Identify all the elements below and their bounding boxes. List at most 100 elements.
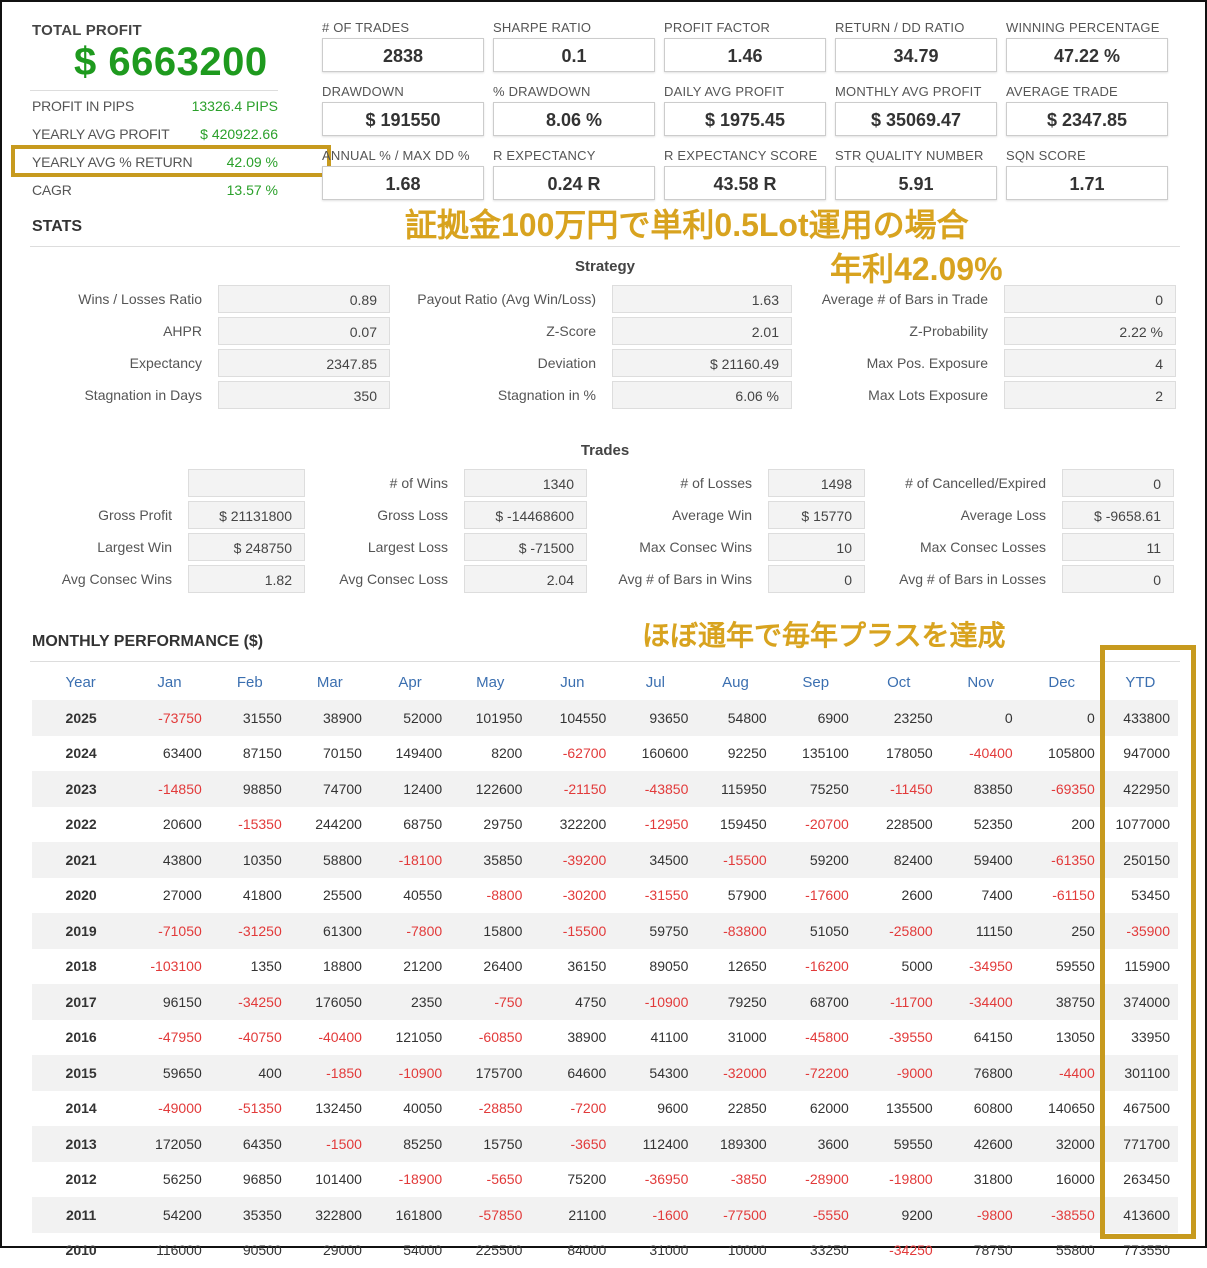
value-cell: -14850	[129, 771, 210, 807]
value-cell: 10350	[210, 842, 290, 878]
stat-value: 1.63	[612, 285, 792, 313]
stat-label: AHPR	[163, 323, 202, 339]
highlight-box	[11, 145, 331, 177]
year-cell: 2017	[32, 984, 129, 1020]
value-cell: -40400	[941, 736, 1021, 772]
trade-stat-value: $ 15770	[768, 501, 865, 529]
value-cell: 135100	[775, 736, 857, 772]
value-cell: 15750	[450, 1126, 530, 1162]
column-header[interactable]: Jan	[129, 664, 210, 700]
column-header[interactable]: Jun	[530, 664, 614, 700]
value-cell: 31000	[696, 1020, 774, 1056]
value-cell: -34950	[941, 949, 1021, 985]
value-cell: -1500	[290, 1126, 370, 1162]
stat-label: Max Pos. Exposure	[867, 355, 988, 371]
column-header[interactable]: Oct	[857, 664, 941, 700]
trade-stat-value: $ -14468600	[464, 501, 587, 529]
value-cell: 31800	[941, 1162, 1021, 1198]
value-cell: -36950	[614, 1162, 696, 1198]
table-row: 201559650400-1850-109001757006460054300-…	[32, 1055, 1178, 1091]
table-row: 201796150-342501760502350-7504750-109007…	[32, 984, 1178, 1020]
value-cell: -5650	[450, 1162, 530, 1198]
value-cell: -12950	[614, 807, 696, 843]
value-cell: 29750	[450, 807, 530, 843]
metric-label: R EXPECTANCY SCORE	[664, 148, 817, 163]
value-cell: -28850	[450, 1091, 530, 1127]
value-cell: -10900	[614, 984, 696, 1020]
metric-value: 43.58 R	[664, 166, 826, 200]
value-cell: 34500	[614, 842, 696, 878]
value-cell: -38550	[1021, 1197, 1103, 1233]
value-cell: -3650	[530, 1126, 614, 1162]
stat-label: Stagnation in Days	[84, 387, 202, 403]
trade-stat-value: 1.82	[188, 565, 305, 593]
value-cell: -60850	[450, 1020, 530, 1056]
value-cell: -71050	[129, 913, 210, 949]
value-cell: 112400	[614, 1126, 696, 1162]
metric-label: AVERAGE TRADE	[1006, 84, 1118, 99]
ytd-highlight-box	[1100, 645, 1196, 1239]
metric-label: SQN SCORE	[1006, 148, 1086, 163]
value-cell: -39550	[857, 1020, 941, 1056]
value-cell: 105800	[1021, 736, 1103, 772]
value-cell: 22850	[696, 1091, 774, 1127]
value-cell: -31550	[614, 878, 696, 914]
value-cell: -3850	[696, 1162, 774, 1198]
value-cell: 70150	[290, 736, 370, 772]
value-cell: 35350	[210, 1197, 290, 1233]
column-header[interactable]: Jul	[614, 664, 696, 700]
value-cell: 161800	[370, 1197, 450, 1233]
metric-value: 0.24 R	[493, 166, 655, 200]
column-header[interactable]: Feb	[210, 664, 290, 700]
trade-stat-label: Avg # of Bars in Wins	[618, 571, 752, 587]
value-cell: 27000	[129, 878, 210, 914]
column-header[interactable]: Apr	[370, 664, 450, 700]
divider	[30, 246, 1180, 247]
value-cell: 56250	[129, 1162, 210, 1198]
value-cell: -40750	[210, 1020, 290, 1056]
year-cell: 2014	[32, 1091, 129, 1127]
value-cell: 35850	[450, 842, 530, 878]
table-row: 2023-14850988507470012400122600-21150-43…	[32, 771, 1178, 807]
column-header[interactable]: Mar	[290, 664, 370, 700]
value-cell: 13050	[1021, 1020, 1103, 1056]
value-cell: 31000	[614, 1233, 696, 1268]
value-cell: 59550	[857, 1126, 941, 1162]
divider	[30, 661, 1180, 662]
trade-stat-value: 1498	[768, 469, 865, 497]
row-label: CAGR	[32, 182, 72, 198]
value-cell: 41800	[210, 878, 290, 914]
metric-value: 5.91	[835, 166, 997, 200]
metric-value: 0.1	[493, 38, 655, 72]
value-cell: -31250	[210, 913, 290, 949]
value-cell: -69350	[1021, 771, 1103, 807]
column-header[interactable]: Aug	[696, 664, 774, 700]
trades-title: Trades	[555, 442, 655, 459]
value-cell: 74700	[290, 771, 370, 807]
value-cell: 149400	[370, 736, 450, 772]
column-header[interactable]: Nov	[941, 664, 1021, 700]
value-cell: 2350	[370, 984, 450, 1020]
metric-label: RETURN / DD RATIO	[835, 20, 965, 35]
column-header[interactable]: Year	[32, 664, 129, 700]
table-row: 2016-47950-40750-40400121050-60850389004…	[32, 1020, 1178, 1056]
value-cell: -45800	[775, 1020, 857, 1056]
value-cell: 16000	[1021, 1162, 1103, 1198]
value-cell: 83850	[941, 771, 1021, 807]
metric-label: # OF TRADES	[322, 20, 409, 35]
trade-stat-label: Average Win	[672, 507, 752, 523]
trade-stat-label: # of Cancelled/Expired	[905, 475, 1046, 491]
value-cell: -34400	[941, 984, 1021, 1020]
column-header[interactable]: May	[450, 664, 530, 700]
value-cell: 11150	[941, 913, 1021, 949]
value-cell: 101950	[450, 700, 530, 736]
trade-stat-value: 0	[1062, 565, 1174, 593]
trade-stat-value	[188, 469, 305, 497]
value-cell: 6900	[775, 700, 857, 736]
column-header[interactable]: Sep	[775, 664, 857, 700]
column-header[interactable]: Dec	[1021, 664, 1103, 700]
total-profit-value: $ 6663200	[74, 40, 268, 85]
stat-label: Average # of Bars in Trade	[822, 291, 988, 307]
value-cell: 68700	[775, 984, 857, 1020]
trade-stat-label: Largest Loss	[368, 539, 448, 555]
